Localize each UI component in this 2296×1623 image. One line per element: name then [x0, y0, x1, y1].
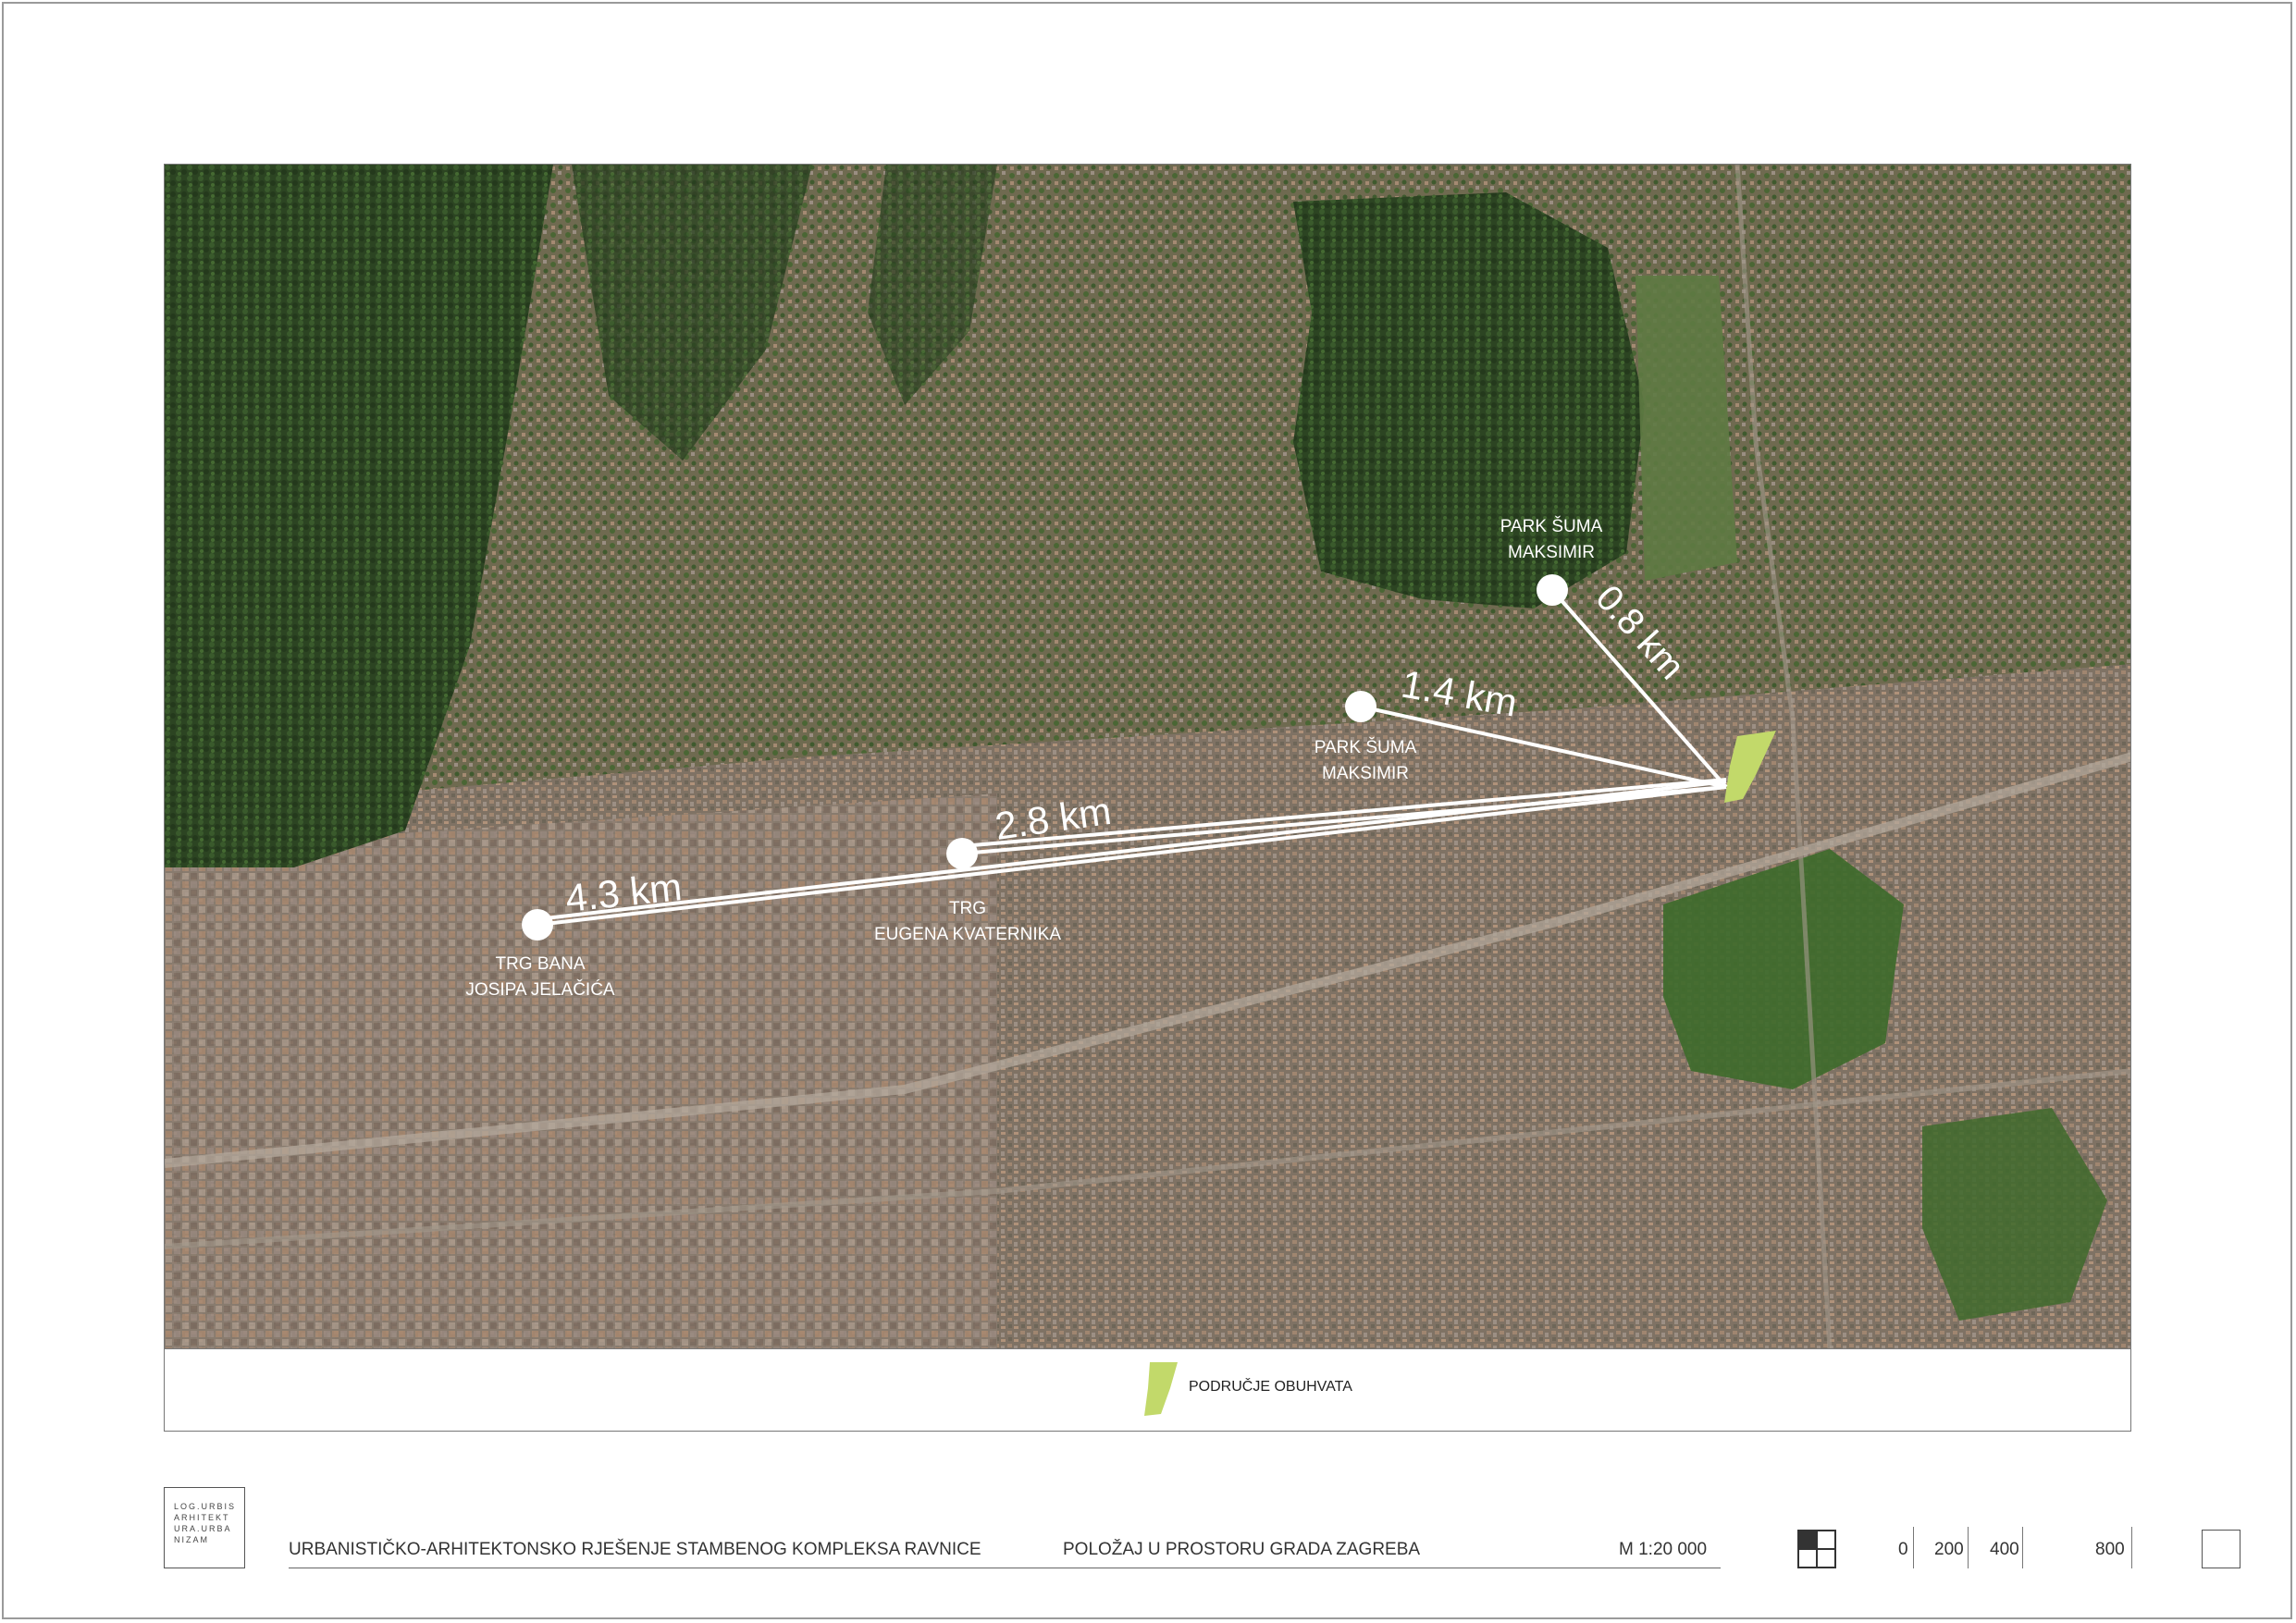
corner-box — [2202, 1530, 2240, 1568]
label-kvaternik-2: EUGENA KVATERNIKA — [874, 925, 1061, 944]
legend-label: PODRUČJE OBUHVATA — [1189, 1379, 1352, 1395]
label-kvaternik-1: TRG — [949, 899, 986, 918]
scale-800: 800 — [2095, 1540, 2125, 1559]
map-canvas: PARK ŠUMA MAKSIMIR PARK ŠUMA MAKSIMIR TR… — [165, 165, 2130, 1348]
logo-text: LOG.URBIS ARHITEKT URA.URBA NIZAM — [174, 1502, 237, 1544]
label-park-south-2: MAKSIMIR — [1322, 764, 1409, 783]
scale-200: 200 — [1934, 1540, 1964, 1559]
label-jelacic-1: TRG BANA — [495, 954, 585, 974]
scale-400: 400 — [1990, 1540, 2019, 1559]
label-park-north-2: MAKSIMIR — [1508, 543, 1595, 562]
sheet-title: POLOŽAJ U PROSTORU GRADA ZAGREBA — [1063, 1540, 1421, 1559]
point-park-south[interactable] — [1345, 691, 1376, 722]
legend: PODRUČJE OBUHVATA — [164, 1349, 2131, 1432]
point-park-north[interactable] — [1537, 574, 1568, 606]
logo: LOG.URBIS ARHITEKT URA.URBA NIZAM — [164, 1487, 245, 1568]
scale-ratio: M 1:20 000 — [1619, 1540, 1708, 1559]
scale-0: 0 — [1898, 1540, 1908, 1559]
point-jelacic[interactable] — [522, 909, 553, 941]
sheet-key-icon — [1797, 1530, 1836, 1568]
scale-tick — [2131, 1527, 2132, 1568]
label-park-north-1: PARK ŠUMA — [1500, 516, 1603, 536]
aerial-map[interactable]: PARK ŠUMA MAKSIMIR PARK ŠUMA MAKSIMIR TR… — [164, 164, 2131, 1349]
point-kvaternik[interactable] — [946, 838, 978, 869]
label-park-south-1: PARK ŠUMA — [1315, 737, 1417, 757]
scale-tick — [2022, 1527, 2023, 1568]
scale-tick — [1913, 1527, 1914, 1568]
project-title: URBANISTIČKO-ARHITEKTONSKO RJEŠENJE STAM… — [289, 1540, 981, 1559]
scale-tick — [1968, 1527, 1969, 1568]
label-jelacic-2: JOSIPA JELAČIĆA — [465, 979, 615, 1000]
legend-site-swatch — [1144, 1362, 1178, 1416]
